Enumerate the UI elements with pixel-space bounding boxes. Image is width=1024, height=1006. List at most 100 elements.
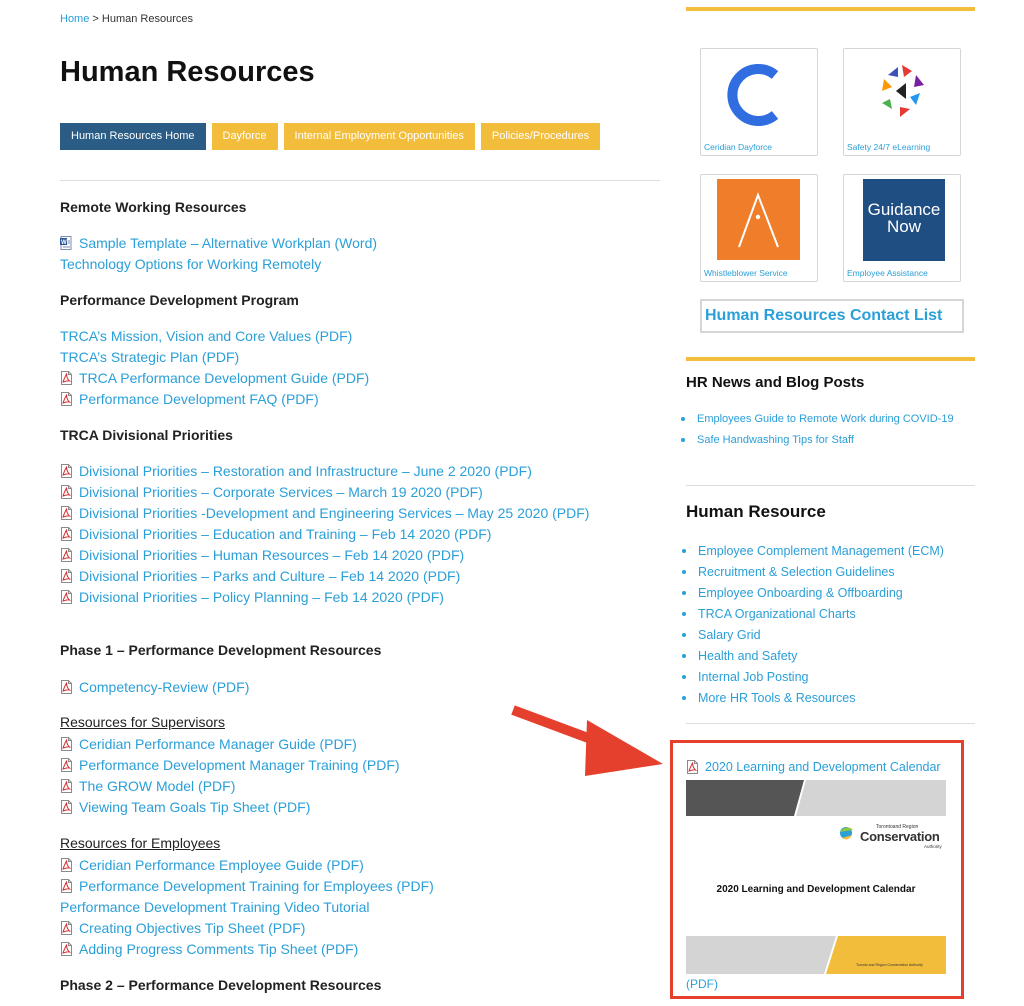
list-item[interactable]: Employee Complement Management (ECM): [682, 540, 944, 561]
hr-contact-list-button[interactable]: Human Resources Contact List: [700, 299, 964, 333]
tab-policies-procedures[interactable]: Policies/Procedures: [480, 123, 601, 150]
list-item[interactable]: Competency-Review (PDF): [60, 676, 249, 697]
hr-link[interactable]: Recruitment & Selection Guidelines: [698, 565, 895, 579]
pdf-icon: [60, 941, 73, 956]
list-item[interactable]: The GROW Model (PDF): [60, 775, 400, 796]
technology-options-link[interactable]: Technology Options for Working Remotely: [60, 256, 321, 272]
list-item[interactable]: Internal Job Posting: [682, 666, 944, 687]
strategic-plan-link[interactable]: TRCA’s Strategic Plan (PDF): [60, 349, 239, 365]
bullet-icon: [682, 695, 686, 700]
divisional-link[interactable]: Divisional Priorities – Parks and Cultur…: [79, 568, 460, 584]
hr-link[interactable]: Employee Onboarding & Offboarding: [698, 586, 903, 600]
pdf-icon: [60, 799, 73, 814]
supervisor-resource-link[interactable]: Viewing Team Goals Tip Sheet (PDF): [79, 799, 310, 815]
pdp-list: TRCA’s Mission, Vision and Core Values (…: [60, 325, 369, 409]
annotation-arrow-icon: [511, 705, 663, 776]
list-item[interactable]: Divisional Priorities – Policy Planning …: [60, 586, 589, 607]
list-item[interactable]: More HR Tools & Resources: [682, 687, 944, 708]
tab-human-resources-home[interactable]: Human Resources Home: [60, 123, 206, 150]
list-item[interactable]: TRCA Organizational Charts: [682, 603, 944, 624]
bullet-icon: [682, 590, 686, 595]
list-item[interactable]: Employees Guide to Remote Work during CO…: [681, 408, 954, 429]
hr-link[interactable]: Salary Grid: [698, 628, 761, 642]
list-item[interactable]: Viewing Team Goals Tip Sheet (PDF): [60, 796, 400, 817]
list-item[interactable]: Performance Development Training Video T…: [60, 896, 434, 917]
word-document-icon: W: [60, 235, 73, 250]
employee-resource-link[interactable]: Ceridian Performance Employee Guide (PDF…: [79, 857, 364, 873]
employee-resource-link[interactable]: Adding Progress Comments Tip Sheet (PDF): [79, 941, 358, 957]
pdf-icon: [60, 370, 73, 385]
list-item[interactable]: Performance Development Training for Emp…: [60, 875, 434, 896]
divider: [60, 180, 660, 181]
svg-text:W: W: [61, 240, 67, 246]
phase1-list: Competency-Review (PDF): [60, 676, 249, 697]
pd-guide-link[interactable]: TRCA Performance Development Guide (PDF): [79, 370, 369, 386]
breadcrumb-home-link[interactable]: Home: [60, 13, 89, 25]
divisional-link[interactable]: Divisional Priorities – Education and Tr…: [79, 526, 491, 542]
list-item[interactable]: Performance Development Manager Training…: [60, 754, 400, 775]
list-item[interactable]: Performance Development FAQ (PDF): [60, 388, 369, 409]
remote-list: W Sample Template – Alternative Workplan…: [60, 232, 377, 274]
section-heading-pdp: Performance Development Program: [60, 292, 299, 308]
list-item[interactable]: Divisional Priorities – Restoration and …: [60, 460, 589, 481]
list-item[interactable]: Creating Objectives Tip Sheet (PDF): [60, 917, 434, 938]
calendar-link[interactable]: 2020 Learning and Development Calendar: [686, 760, 941, 774]
mission-vision-link[interactable]: TRCA’s Mission, Vision and Core Values (…: [60, 328, 352, 344]
supervisor-resource-link[interactable]: Ceridian Performance Manager Guide (PDF): [79, 736, 357, 752]
list-item[interactable]: Salary Grid: [682, 624, 944, 645]
divisional-link[interactable]: Divisional Priorities – Human Resources …: [79, 547, 464, 563]
hr-link[interactable]: Internal Job Posting: [698, 670, 809, 684]
hr-link[interactable]: Employee Complement Management (ECM): [698, 544, 944, 558]
list-item[interactable]: Divisional Priorities -Development and E…: [60, 502, 589, 523]
list-item[interactable]: Employee Onboarding & Offboarding: [682, 582, 944, 603]
divisional-list: Divisional Priorities – Restoration and …: [60, 460, 589, 607]
pd-faq-link[interactable]: Performance Development FAQ (PDF): [79, 391, 319, 407]
pdf-icon: [60, 463, 73, 478]
list-item[interactable]: TRCA’s Strategic Plan (PDF): [60, 346, 369, 367]
divisional-link[interactable]: Divisional Priorities – Corporate Servic…: [79, 484, 483, 500]
divisional-link[interactable]: Divisional Priorities – Policy Planning …: [79, 589, 444, 605]
employee-resource-link[interactable]: Creating Objectives Tip Sheet (PDF): [79, 920, 305, 936]
competency-review-link[interactable]: Competency-Review (PDF): [79, 679, 249, 695]
list-item[interactable]: Technology Options for Working Remotely: [60, 253, 377, 274]
list-item[interactable]: Safe Handwashing Tips for Staff: [681, 429, 954, 450]
hr-link[interactable]: TRCA Organizational Charts: [698, 607, 856, 621]
supervisor-resource-link[interactable]: The GROW Model (PDF): [79, 778, 235, 794]
tile-label: Safety 24/7 eLearning: [847, 142, 931, 152]
tile-whistleblower-service[interactable]: Whistleblower Service: [700, 174, 818, 282]
calendar-link-label[interactable]: 2020 Learning and Development Calendar: [705, 760, 941, 774]
video-tutorial-link[interactable]: Performance Development Training Video T…: [60, 899, 369, 915]
supervisor-resource-link[interactable]: Performance Development Manager Training…: [79, 757, 400, 773]
calendar-pdf-link[interactable]: (PDF): [686, 977, 718, 991]
list-item[interactable]: W Sample Template – Alternative Workplan…: [60, 232, 377, 253]
list-item[interactable]: Adding Progress Comments Tip Sheet (PDF): [60, 938, 434, 959]
hr-link[interactable]: Health and Safety: [698, 649, 797, 663]
list-item[interactable]: Ceridian Performance Manager Guide (PDF): [60, 733, 400, 754]
divisional-link[interactable]: Divisional Priorities – Restoration and …: [79, 463, 532, 479]
divisional-link[interactable]: Divisional Priorities -Development and E…: [79, 505, 589, 521]
sample-template-link[interactable]: Sample Template – Alternative Workplan (…: [79, 235, 377, 251]
employee-resource-link[interactable]: Performance Development Training for Emp…: [79, 878, 434, 894]
hr-link[interactable]: More HR Tools & Resources: [698, 691, 855, 705]
list-item[interactable]: Divisional Priorities – Human Resources …: [60, 544, 589, 565]
tab-internal-employment-opportunities[interactable]: Internal Employment Opportunities: [283, 123, 475, 150]
list-item[interactable]: Divisional Priorities – Corporate Servic…: [60, 481, 589, 502]
bullet-icon: [682, 674, 686, 679]
list-item[interactable]: Divisional Priorities – Parks and Cultur…: [60, 565, 589, 586]
supervisors-heading: Resources for Supervisors: [60, 714, 225, 730]
list-item[interactable]: TRCA’s Mission, Vision and Core Values (…: [60, 325, 369, 346]
list-item[interactable]: Recruitment & Selection Guidelines: [682, 561, 944, 582]
list-item[interactable]: Ceridian Performance Employee Guide (PDF…: [60, 854, 434, 875]
calendar-thumbnail[interactable]: Torontoand Region Conservation Authority…: [686, 780, 946, 974]
bullet-icon: [682, 548, 686, 553]
tab-dayforce[interactable]: Dayforce: [211, 123, 278, 150]
tile-safety-elearning[interactable]: Safety 24/7 eLearning: [843, 48, 961, 156]
list-item[interactable]: Health and Safety: [682, 645, 944, 666]
list-item[interactable]: Divisional Priorities – Education and Tr…: [60, 523, 589, 544]
tile-ceridian-dayforce[interactable]: Ceridian Dayforce: [700, 48, 818, 156]
tile-employee-assistance[interactable]: Guidance Now Employee Assistance: [843, 174, 961, 282]
news-link[interactable]: Employees Guide to Remote Work during CO…: [697, 413, 954, 425]
news-link[interactable]: Safe Handwashing Tips for Staff: [697, 434, 854, 446]
pdf-icon: [60, 526, 73, 541]
list-item[interactable]: TRCA Performance Development Guide (PDF): [60, 367, 369, 388]
